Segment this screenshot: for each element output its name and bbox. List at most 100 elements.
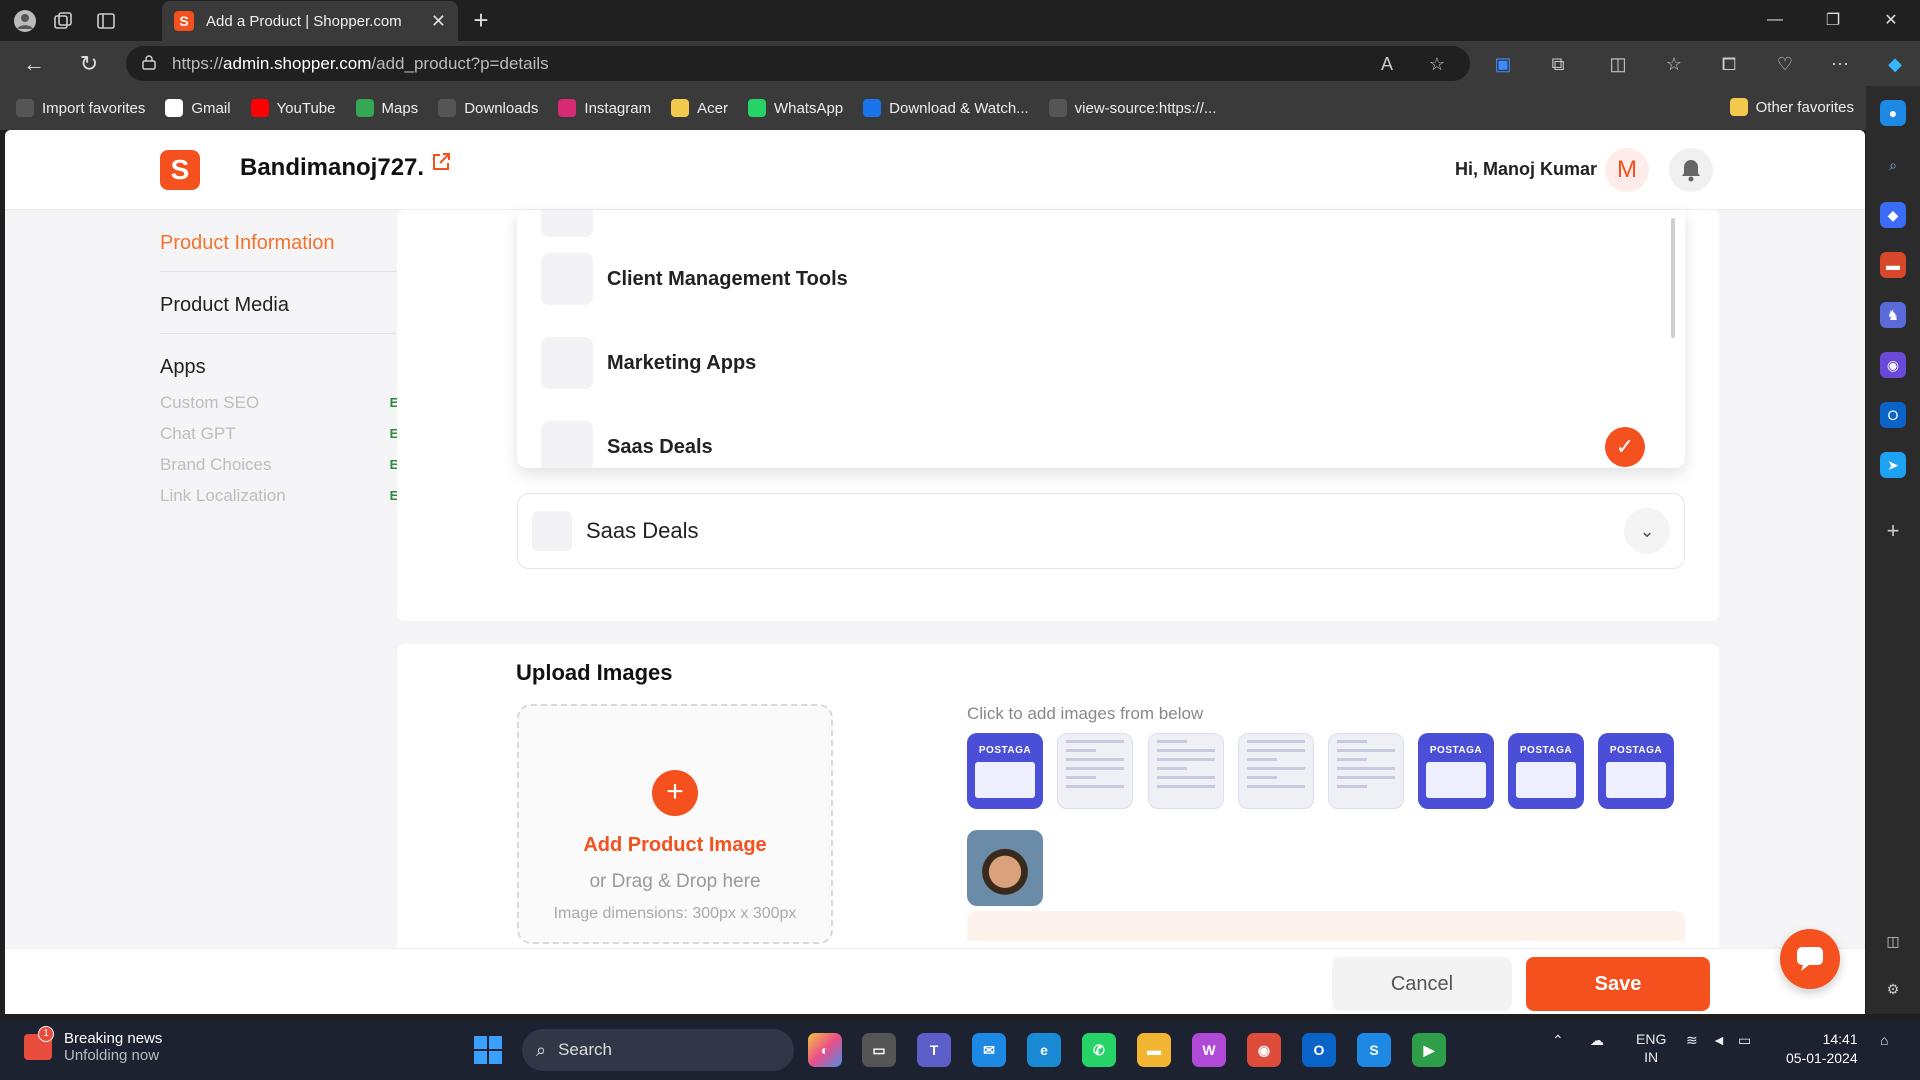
wps-icon[interactable]: W — [1192, 1033, 1226, 1067]
outlook-icon[interactable]: O — [1880, 402, 1906, 428]
extensions-puzzle-icon[interactable]: ⧉ — [1543, 49, 1573, 79]
battery-icon[interactable]: ▭ — [1738, 1032, 1751, 1049]
save-button[interactable]: Save — [1526, 957, 1710, 1011]
volume-icon[interactable]: ◄ — [1712, 1032, 1726, 1048]
add-image-icon[interactable]: + — [652, 770, 698, 816]
tools-icon[interactable]: ▬ — [1880, 252, 1906, 278]
dropdown-scrollbar[interactable] — [1671, 218, 1675, 338]
app-name: Chat GPT — [160, 423, 236, 443]
favorite-4[interactable]: Downloads — [438, 99, 538, 117]
language-indicator[interactable]: ENG IN — [1636, 1030, 1666, 1066]
favorite-3[interactable]: Maps — [355, 99, 418, 117]
gallery-image[interactable]: POSTAGA — [967, 733, 1043, 809]
send-icon[interactable]: ➤ — [1880, 452, 1906, 478]
shopping-icon[interactable]: ◆ — [1880, 202, 1906, 228]
favorite-5[interactable]: Instagram — [558, 99, 651, 117]
gallery-image[interactable] — [1148, 733, 1224, 809]
file-explorer-icon[interactable]: ▬ — [1137, 1033, 1171, 1067]
gallery-image[interactable] — [1328, 733, 1404, 809]
option-client-management-tools[interactable]: Client Management Tools — [541, 252, 1641, 306]
youtube-icon — [250, 99, 269, 117]
search-sidebar-icon[interactable]: ⌕ — [1880, 152, 1906, 178]
option-marketing-apps[interactable]: Marketing Apps — [541, 336, 1641, 390]
tab-close-icon[interactable]: ✕ — [431, 11, 446, 32]
notification-icon[interactable]: ⌂ — [1880, 1032, 1888, 1048]
sidebar-toggle-icon[interactable]: ◫ — [1880, 928, 1906, 954]
taskbar-search[interactable]: ⌕ Search — [522, 1029, 794, 1071]
gallery-image[interactable]: POSTAGA — [1598, 733, 1674, 809]
google-icon — [165, 99, 184, 117]
copilot-app-icon[interactable]: ◐ — [808, 1033, 842, 1067]
form-footer: Cancel Save — [5, 948, 1865, 1014]
split-screen-icon[interactable]: ◫ — [1603, 49, 1633, 79]
category-select[interactable]: Saas Deals ⌄ — [517, 493, 1685, 569]
extension-ui-icon[interactable]: ▣ — [1488, 49, 1518, 79]
external-link-icon[interactable] — [431, 152, 451, 178]
gallery-image[interactable] — [1057, 733, 1133, 809]
list-item[interactable] — [541, 210, 1641, 238]
favorite-8[interactable]: Download & Watch... — [863, 99, 1029, 117]
settings-gear-icon[interactable]: ⚙ — [1880, 976, 1906, 1002]
favorite-2[interactable]: YouTube — [250, 99, 336, 117]
other-favorites[interactable]: Other favorites — [1729, 98, 1854, 116]
games-icon[interactable]: ♞ — [1880, 302, 1906, 328]
gallery-image[interactable] — [1238, 733, 1314, 809]
shopper-app-icon[interactable]: S — [1357, 1033, 1391, 1067]
chat-bubble-icon[interactable] — [1780, 929, 1840, 989]
windows-start-icon[interactable] — [474, 1036, 502, 1064]
favorite-9[interactable]: view-source:https://... — [1048, 99, 1217, 117]
chevron-down-icon[interactable]: ⌄ — [1624, 508, 1670, 554]
media-player-icon[interactable]: ▶ — [1412, 1033, 1446, 1067]
add-image-label[interactable]: Add Product Image — [519, 834, 831, 857]
outlook-app-icon[interactable]: O — [1302, 1033, 1336, 1067]
system-clock[interactable]: 14:41 05-01-2024 — [1786, 1030, 1858, 1068]
back-button[interactable]: ← — [18, 48, 50, 80]
copilot-sidebar-icon[interactable]: ◉ — [1880, 352, 1906, 378]
browser-essentials-icon[interactable]: ♡ — [1770, 49, 1800, 79]
favorite-0[interactable]: Import favorites — [16, 99, 145, 117]
active-tab[interactable]: S Add a Product | Shopper.com ✕ — [162, 1, 458, 41]
favorite-star-icon[interactable]: ☆ — [1422, 49, 1452, 79]
workspaces-icon[interactable] — [48, 6, 78, 36]
new-tab-button[interactable]: + — [466, 6, 496, 36]
close-window-button[interactable]: ✕ — [1868, 4, 1914, 36]
chrome-icon[interactable]: ◉ — [1247, 1033, 1281, 1067]
teams-icon[interactable]: T — [917, 1033, 951, 1067]
gallery-image-person[interactable] — [967, 830, 1043, 906]
tab-actions-icon[interactable] — [91, 6, 121, 36]
shopper-logo[interactable]: S — [160, 150, 200, 190]
favorite-7[interactable]: WhatsApp — [747, 99, 843, 117]
profile-icon[interactable] — [10, 6, 40, 36]
bell-sidebar-icon[interactable]: ● — [1880, 100, 1906, 126]
instagram-icon — [558, 99, 577, 117]
refresh-button[interactable]: ↻ — [73, 48, 105, 80]
edge-app-icon[interactable]: e — [1027, 1033, 1061, 1067]
favorite-6[interactable]: Acer — [671, 99, 728, 117]
restore-button[interactable]: ❐ — [1810, 4, 1856, 36]
cancel-button[interactable]: Cancel — [1332, 957, 1512, 1011]
news-widget[interactable]: 1 Breaking news Unfolding now — [24, 1026, 162, 1064]
gallery-image[interactable]: POSTAGA — [1418, 733, 1494, 809]
url-field[interactable]: https://admin.shopper.com/add_product?p=… — [126, 46, 1470, 81]
favorite-label: view-source:https://... — [1074, 99, 1217, 117]
whatsapp-app-icon[interactable]: ✆ — [1082, 1033, 1116, 1067]
more-menu-icon[interactable]: ⋯ — [1825, 49, 1855, 79]
option-saas-deals[interactable]: Saas Deals ✓ — [541, 420, 1661, 468]
onedrive-icon[interactable]: ☁ — [1590, 1032, 1604, 1049]
minimize-button[interactable]: — — [1752, 4, 1798, 36]
read-aloud-icon[interactable]: A — [1372, 49, 1402, 79]
notification-bell-icon[interactable] — [1669, 148, 1713, 192]
favorites-list-icon[interactable]: ☆ — [1659, 49, 1689, 79]
collections-icon[interactable]: ⧠ — [1714, 49, 1744, 79]
task-view-icon[interactable]: ▭ — [862, 1033, 896, 1067]
play-icon — [863, 99, 882, 117]
mail-icon[interactable]: ✉ — [972, 1033, 1006, 1067]
tray-chevron-icon[interactable]: ⌃ — [1552, 1032, 1564, 1049]
image-dropzone[interactable]: + Add Product Image or Drag & Drop here … — [517, 704, 833, 944]
favorite-1[interactable]: Gmail — [165, 99, 231, 117]
wifi-icon[interactable]: ≋ — [1686, 1032, 1698, 1049]
copilot-icon[interactable]: ◆ — [1880, 49, 1910, 79]
add-sidebar-icon[interactable]: + — [1880, 518, 1906, 544]
gallery-image[interactable]: POSTAGA — [1508, 733, 1584, 809]
avatar[interactable]: M — [1605, 148, 1649, 192]
